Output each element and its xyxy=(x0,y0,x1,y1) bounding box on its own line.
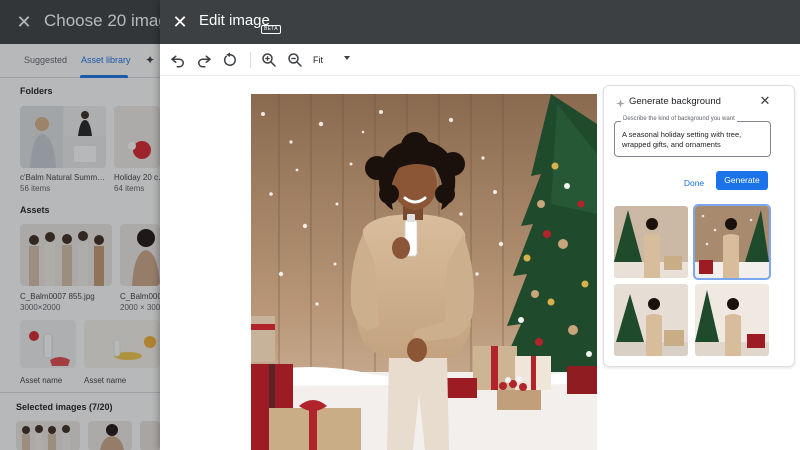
edited-photo[interactable] xyxy=(251,94,597,450)
beta-badge: BETA xyxy=(261,25,281,34)
asset-dimensions: 2000 × 300 xyxy=(120,303,161,312)
selected-images-heading: Selected images (7/20) xyxy=(16,402,113,412)
selected-images-bar: Selected images (7/20) xyxy=(0,392,160,450)
folder-name: c'Balm Natural Summ… xyxy=(20,173,106,182)
asset-name: C_Balm0007 855.jpg xyxy=(20,292,95,301)
selected-portrait-photo xyxy=(88,421,132,450)
zoom-in-icon[interactable] xyxy=(260,51,278,69)
picker-close-icon[interactable]: ✕ xyxy=(14,12,34,32)
asset-thumbnail[interactable] xyxy=(20,224,112,286)
editor-header: ✕ Edit image BETA xyxy=(160,0,800,44)
field-label: Describe the kind of background you want xyxy=(621,116,737,122)
selected-photo xyxy=(140,421,160,450)
folder-collage-image xyxy=(114,106,160,168)
toolbar-divider xyxy=(250,52,251,68)
asset-product-photo xyxy=(20,320,76,368)
sparkle-icon[interactable]: ✦ xyxy=(145,53,155,67)
image-canvas xyxy=(160,77,597,450)
tab-asset-library[interactable]: Asset library xyxy=(81,55,131,65)
generated-variant-image xyxy=(695,206,769,278)
done-button[interactable]: Done xyxy=(679,174,709,192)
asset-product-photo xyxy=(84,320,160,368)
folder-thumbnail[interactable] xyxy=(20,106,106,168)
asset-name: Asset name xyxy=(20,376,63,385)
field-value[interactable]: A seasonal holiday setting with tree, wr… xyxy=(622,130,768,150)
generate-background-panel: Generate background ✕ Describe the kind … xyxy=(603,85,795,367)
picker-tabs: Suggested Asset library ✦ xyxy=(0,44,160,78)
generated-variant-tile[interactable] xyxy=(695,284,769,356)
edit-image-dialog: ✕ Edit image BETA Fit Generate backgroun… xyxy=(160,0,800,450)
generated-variant-tile[interactable] xyxy=(614,206,688,278)
editor-title: Edit image xyxy=(199,12,270,29)
asset-thumbnail[interactable] xyxy=(20,320,76,368)
generated-variant-image xyxy=(614,206,688,278)
folder-count: 64 items xyxy=(114,184,145,193)
asset-group-photo xyxy=(20,224,112,286)
background-description-field[interactable]: Describe the kind of background you want… xyxy=(614,116,771,157)
folder-count: 56 items xyxy=(20,184,51,193)
redo-icon[interactable] xyxy=(195,51,213,69)
tab-suggested[interactable]: Suggested xyxy=(24,55,67,65)
generated-variant-tile[interactable] xyxy=(614,284,688,356)
generated-variant-tile-selected[interactable] xyxy=(693,204,771,280)
selected-group-photo xyxy=(16,421,80,450)
assets-heading: Assets xyxy=(20,205,50,215)
generated-variant-image xyxy=(614,284,688,356)
folder-thumbnail[interactable] xyxy=(114,106,160,168)
folder-name: Holiday 20 c… xyxy=(114,173,167,182)
asset-thumbnail[interactable] xyxy=(84,320,160,368)
generate-background-title: Generate background xyxy=(629,96,721,107)
undo-icon[interactable] xyxy=(169,51,187,69)
asset-portrait-photo xyxy=(120,224,160,286)
zoom-select[interactable]: Fit xyxy=(313,55,323,65)
app-root: ✕ Choose 20 images to Suggested Asset li… xyxy=(0,0,800,450)
asset-dimensions: 3000×2000 xyxy=(20,303,61,312)
reset-icon[interactable] xyxy=(221,51,239,69)
selected-image-thumbnail[interactable] xyxy=(16,421,80,450)
folder-collage-image xyxy=(20,106,106,168)
asset-thumbnail[interactable] xyxy=(120,224,160,286)
generate-button[interactable]: Generate xyxy=(716,171,768,190)
folders-heading: Folders xyxy=(20,86,53,96)
selected-image-thumbnail[interactable] xyxy=(140,421,160,450)
zoom-out-icon[interactable] xyxy=(286,51,304,69)
editor-close-icon[interactable]: ✕ xyxy=(170,12,190,32)
generated-variant-image xyxy=(695,284,769,356)
active-tab-indicator xyxy=(80,75,128,78)
zoom-dropdown-icon[interactable] xyxy=(344,56,350,60)
editor-toolbar: Fit xyxy=(160,44,800,76)
selected-image-thumbnail[interactable] xyxy=(88,421,132,450)
generate-panel-close-icon[interactable]: ✕ xyxy=(757,93,773,109)
asset-name: Asset name xyxy=(84,376,127,385)
holiday-portrait-image xyxy=(251,94,597,450)
sparkle-icon xyxy=(615,96,626,109)
